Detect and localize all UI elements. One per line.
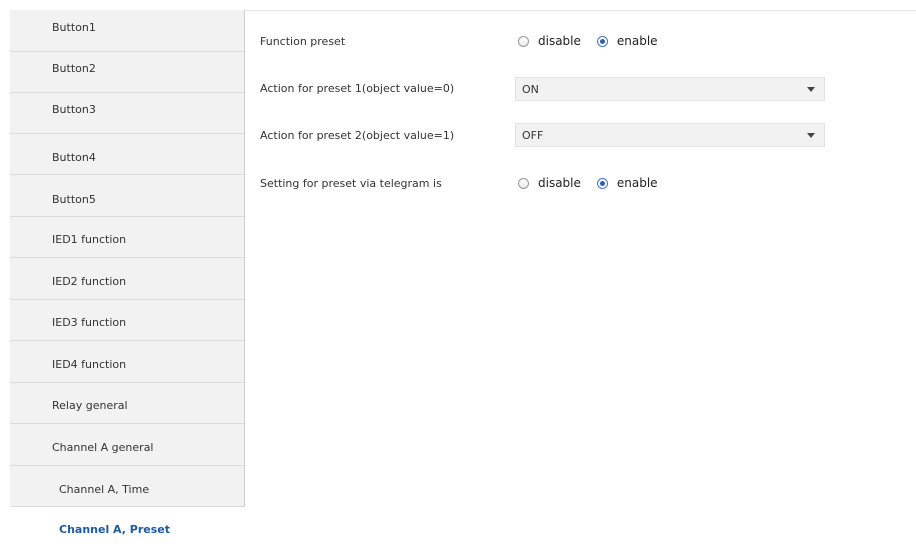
sidebar-item-label: Button4 [52, 151, 96, 164]
sidebar-item-label: Channel A, Preset [59, 523, 170, 536]
function-preset-enable-option[interactable]: enable [596, 34, 658, 48]
setting-via-telegram-disable-option[interactable]: disable [518, 176, 581, 190]
sidebar-item-ied4-function[interactable]: IED4 function [10, 341, 245, 383]
sidebar-item-label: IED4 function [52, 358, 127, 371]
function-preset-disable-option[interactable]: disable [518, 34, 581, 48]
action-preset1-value: ON [522, 83, 539, 96]
sidebar-item-ied2-function[interactable]: IED2 function [10, 258, 245, 300]
radio-checked-icon[interactable] [596, 177, 608, 189]
sidebar-item-label: Channel A, Time [59, 483, 150, 496]
setting-via-telegram-label: Setting for preset via telegram is [260, 177, 442, 190]
sidebar-item-button5[interactable]: Button5 [10, 175, 245, 217]
sidebar-item-label: Button2 [52, 62, 96, 75]
setting-via-telegram-enable-option[interactable]: enable [596, 176, 658, 190]
action-preset2-label: Action for preset 2(object value=1) [260, 129, 455, 142]
action-preset1-label: Action for preset 1(object value=0) [260, 82, 455, 95]
radio-option-label: enable [616, 34, 658, 48]
sidebar-item-ied3-function[interactable]: IED3 function [10, 300, 245, 341]
action-preset2-select[interactable]: OFF [515, 123, 825, 147]
chevron-down-icon [807, 133, 815, 138]
radio-option-label: disable [538, 34, 581, 48]
radio-checked-icon[interactable] [596, 35, 608, 47]
radio-unchecked-icon[interactable] [518, 35, 529, 47]
sidebar-item-channel-a-preset[interactable]: Channel A, Preset [10, 507, 245, 548]
action-preset1-select[interactable]: ON [515, 77, 825, 101]
sidebar-item-ied1-function[interactable]: IED1 function [10, 217, 245, 258]
sidebar-item-channel-a-time[interactable]: Channel A, Time [10, 466, 245, 507]
sidebar-item-relay-general[interactable]: Relay general [10, 383, 245, 424]
sidebar-item-label: Button5 [52, 193, 96, 206]
top-border [245, 10, 916, 11]
sidebar-item-label: Button3 [52, 103, 96, 116]
sidebar-nav: Button1 Button2 Button3 Button4 Button5 … [10, 10, 245, 548]
sidebar-item-channel-a-general[interactable]: Channel A general [10, 424, 245, 466]
function-preset-label: Function preset [260, 35, 346, 48]
sidebar-item-button4[interactable]: Button4 [10, 134, 245, 175]
chevron-down-icon [807, 87, 815, 92]
sidebar-item-label: IED1 function [52, 233, 127, 246]
action-preset2-value: OFF [522, 129, 544, 142]
sidebar-item-label: Channel A general [52, 441, 154, 454]
sidebar-item-button3[interactable]: Button3 [10, 93, 245, 134]
radio-unchecked-icon[interactable] [518, 177, 529, 189]
sidebar-item-button2[interactable]: Button2 [10, 52, 245, 93]
radio-option-label: disable [538, 176, 581, 190]
sidebar-item-label: IED2 function [52, 275, 127, 288]
function-preset-radio-group: disable enable [518, 34, 658, 48]
radio-option-label: enable [616, 176, 658, 190]
sidebar-item-label: Relay general [52, 399, 128, 412]
sidebar-divider [244, 10, 245, 507]
setting-via-telegram-radio-group: disable enable [518, 176, 658, 190]
sidebar-item-label: Button1 [52, 21, 96, 34]
sidebar-item-label: IED3 function [52, 316, 127, 329]
sidebar-item-button1[interactable]: Button1 [10, 10, 245, 52]
